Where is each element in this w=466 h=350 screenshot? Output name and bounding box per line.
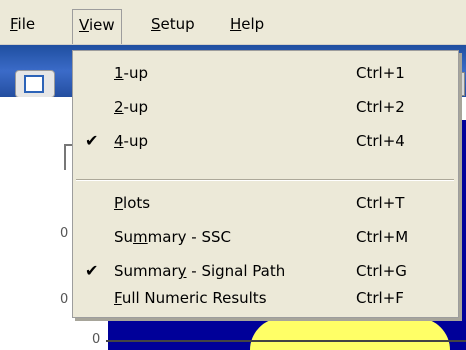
menu-item-4-up[interactable]: ✔ 4-up Ctrl+4 xyxy=(73,124,458,158)
menu-item-1-up[interactable]: 1-up Ctrl+1 xyxy=(73,56,458,90)
menu-setup[interactable]: Setup xyxy=(145,13,201,35)
plot-axis-zero-label: 0 xyxy=(92,332,101,347)
menu-item-label: Summary - SSC xyxy=(114,228,231,246)
menu-item-shortcut: Ctrl+2 xyxy=(356,98,405,116)
menu-bar: File View Setup Help xyxy=(0,0,466,45)
menu-help[interactable]: Help xyxy=(224,13,270,35)
menu-item-label: 2-up xyxy=(114,98,148,116)
menu-item-summary-ssc[interactable]: Summary - SSC Ctrl+M xyxy=(73,220,458,254)
menu-item-shortcut: Ctrl+T xyxy=(356,194,405,212)
menu-item-label: Full Numeric Results xyxy=(114,289,267,307)
menu-item-full-numeric-results[interactable]: Full Numeric Results Ctrl+F xyxy=(73,281,458,315)
menu-file[interactable]: File xyxy=(4,13,41,35)
menu-item-label: 4-up xyxy=(114,132,148,150)
menu-item-label: Plots xyxy=(114,194,151,212)
plot-signal-shape xyxy=(250,318,450,350)
menu-item-label: 1-up xyxy=(114,64,148,82)
checkbox-window-icon xyxy=(24,75,44,93)
check-icon: ✔ xyxy=(85,131,99,150)
toolbar-view-button[interactable] xyxy=(15,70,55,98)
menu-item-shortcut: Ctrl+4 xyxy=(356,132,405,150)
menu-separator xyxy=(76,179,454,181)
plot-x-axis xyxy=(106,340,466,342)
menu-item-2-up[interactable]: 2-up Ctrl+2 xyxy=(73,90,458,124)
menu-item-shortcut: Ctrl+1 xyxy=(356,64,405,82)
menu-item-shortcut: Ctrl+F xyxy=(356,289,404,307)
plot-y-label: 0 xyxy=(60,292,69,307)
menu-item-shortcut: Ctrl+M xyxy=(356,228,409,246)
menu-item-plots[interactable]: Plots Ctrl+T xyxy=(73,186,458,220)
plot-y-label: 0 xyxy=(60,226,69,241)
view-dropdown-menu: 1-up Ctrl+1 2-up Ctrl+2 ✔ 4-up Ctrl+4 Pl… xyxy=(72,50,459,318)
menu-view[interactable]: View xyxy=(72,9,122,44)
